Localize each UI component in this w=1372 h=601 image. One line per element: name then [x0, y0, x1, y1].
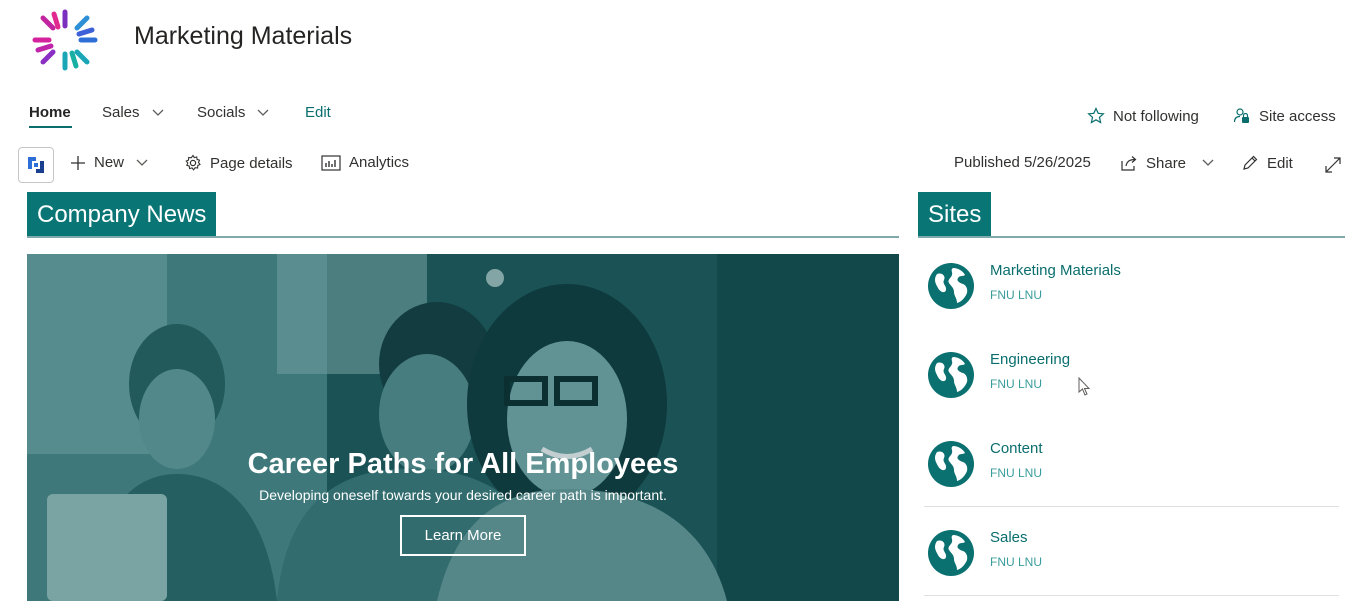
site-item-content[interactable]: Content FNU LNU — [924, 432, 1339, 521]
company-news-heading: Company News — [27, 192, 217, 237]
site-name[interactable]: Marketing Materials — [990, 262, 1121, 279]
nav-sales[interactable]: Sales — [102, 104, 164, 121]
site-item-engineering[interactable]: Engineering FNU LNU — [924, 343, 1339, 432]
chevron-down-icon — [136, 159, 148, 166]
gear-icon — [185, 154, 201, 171]
mouse-cursor-icon — [1078, 376, 1092, 402]
site-row-divider — [924, 506, 1339, 507]
analytics-button[interactable]: Analytics — [321, 154, 409, 171]
site-name[interactable]: Content — [990, 440, 1043, 457]
company-news-divider — [27, 236, 899, 238]
pencil-icon — [1243, 155, 1258, 170]
chevron-down-icon — [152, 109, 163, 116]
sites-heading: Sites — [918, 192, 992, 237]
sites-divider — [918, 236, 1345, 238]
published-status: Published 5/26/2025 — [954, 154, 1091, 171]
star-icon — [1087, 107, 1105, 124]
hero-subtitle: Developing oneself towards your desired … — [259, 487, 667, 503]
site-owner: FNU LNU — [990, 555, 1043, 569]
nav-home-label: Home — [29, 104, 71, 121]
site-owner: FNU LNU — [990, 377, 1043, 391]
globe-icon — [928, 441, 974, 487]
site-row-divider — [924, 595, 1339, 596]
site-title: Marketing Materials — [134, 22, 353, 50]
share-button[interactable]: Share — [1120, 154, 1214, 172]
nav-socials[interactable]: Socials — [197, 104, 269, 121]
site-owner: FNU LNU — [990, 466, 1043, 480]
new-label: New — [94, 154, 125, 171]
page-details-label: Page details — [210, 154, 293, 172]
expand-icon[interactable] — [1324, 156, 1342, 179]
page-details-button[interactable]: Page details — [184, 154, 293, 172]
learn-more-button[interactable]: Learn More — [400, 515, 526, 556]
site-item-sales[interactable]: Sales FNU LNU — [924, 521, 1339, 601]
site-owner: FNU LNU — [990, 288, 1043, 302]
follow-label: Not following — [1113, 107, 1199, 125]
nav-edit-label: Edit — [305, 104, 331, 121]
published-label: Published 5/26/2025 — [954, 154, 1091, 171]
site-access-label: Site access — [1259, 107, 1336, 125]
analytics-icon — [321, 154, 341, 171]
site-name[interactable]: Engineering — [990, 351, 1070, 368]
site-logo-icon[interactable] — [30, 8, 100, 72]
edit-page-button[interactable]: Edit — [1241, 154, 1293, 172]
share-icon — [1121, 156, 1137, 171]
edit-page-label: Edit — [1267, 154, 1293, 172]
nav-active-indicator — [29, 126, 72, 128]
chevron-down-icon — [257, 109, 269, 116]
site-name[interactable]: Sales — [990, 529, 1028, 546]
plus-icon — [71, 155, 85, 170]
nav-home[interactable]: Home — [29, 104, 71, 121]
nav-sales-label: Sales — [102, 104, 140, 121]
people-lock-icon — [1233, 108, 1249, 123]
new-button[interactable]: New — [70, 154, 148, 171]
share-label: Share — [1146, 154, 1187, 172]
site-access-button[interactable]: Site access — [1233, 107, 1336, 125]
site-item-marketing-materials[interactable]: Marketing Materials FNU LNU — [924, 254, 1339, 343]
chevron-down-icon — [1202, 159, 1214, 166]
globe-icon — [928, 530, 974, 576]
app-logo-icon[interactable] — [18, 147, 54, 183]
follow-button[interactable]: Not following — [1087, 107, 1199, 125]
globe-icon — [928, 352, 974, 398]
nav-edit-link[interactable]: Edit — [305, 104, 331, 121]
analytics-label: Analytics — [349, 154, 410, 171]
globe-icon — [928, 263, 974, 309]
nav-socials-label: Socials — [197, 104, 246, 121]
hero-title: Career Paths for All Employees — [247, 448, 679, 480]
